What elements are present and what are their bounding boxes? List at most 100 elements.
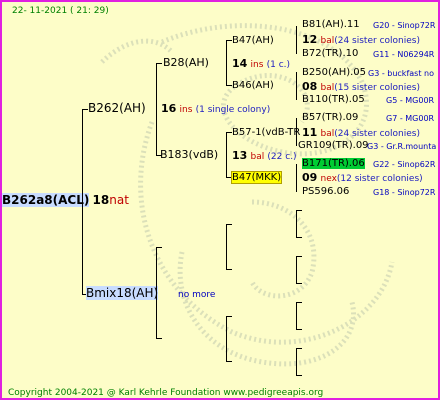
gen3-name-highlighted[interactable]: B47(MKK)	[230, 171, 283, 184]
queen-name[interactable]: B262a8(ACL)	[2, 193, 90, 207]
bracket-line	[156, 63, 157, 156]
gen2-dam-number: 13	[232, 149, 248, 162]
gen2-sire-desc: (1 c.)	[266, 60, 291, 70]
gen4-mating: bal	[320, 36, 335, 46]
bracket-line	[296, 237, 302, 238]
bracket-line	[226, 361, 232, 362]
gen4-entry[interactable]: B250(AH).05	[302, 67, 366, 79]
footer-copyright: Copyright 2004-2021 @ Karl Kehrle Founda…	[8, 388, 324, 398]
gen4-name-highlighted[interactable]: B171(TR).06	[302, 158, 365, 169]
sire-mating: ins	[179, 105, 193, 115]
gen4-entry[interactable]: B81(AH).11	[302, 19, 360, 31]
gen4-info: 12 bal(24 sister colonies)	[302, 34, 420, 47]
gen4-source: G7 - MG00R	[386, 114, 435, 123]
bracket-line	[226, 316, 232, 317]
gen3-name[interactable]: B57-1(vdB-TR	[232, 127, 300, 139]
gen4-number: 08	[302, 80, 318, 93]
gen3-highlight-label[interactable]: B47(MKK)	[230, 171, 283, 184]
bracket-line	[296, 348, 297, 376]
gen4-entry[interactable]: B110(TR).05	[302, 94, 365, 106]
bracket-line	[296, 72, 297, 100]
bracket-line	[226, 224, 227, 270]
bracket-line	[296, 210, 297, 238]
bracket-line	[156, 338, 162, 339]
gen4-source: G5 - MG00R	[386, 96, 435, 105]
gen4-source: G22 - Sinop62R	[373, 160, 436, 169]
bracket-line	[296, 283, 302, 284]
gen4-name[interactable]: B250(AH).05	[302, 67, 366, 78]
gen4-entry[interactable]: B171(TR).06	[302, 158, 365, 170]
bracket-line	[156, 247, 162, 248]
gen2-sire-number: 14	[232, 57, 248, 70]
bracket-line	[226, 40, 227, 86]
gen3-info: 11 bal(24 sister colonies)	[302, 127, 420, 140]
bracket-line	[296, 118, 297, 146]
gen4-info: 08 bal(15 sister colonies)	[302, 81, 420, 94]
gen4-desc: (12 sister colonies)	[336, 174, 423, 184]
gen4-name[interactable]: B81(AH).11	[302, 19, 360, 30]
bracket-line	[296, 210, 302, 211]
bracket-line	[226, 132, 227, 178]
gen2-dam-mating: bal	[250, 152, 265, 162]
gen2-sire-info: 14 ins (1 c.)	[232, 58, 290, 71]
gen4-desc: (15 sister colonies)	[334, 83, 420, 93]
gen2-dam-info: 13 bal (22 c.)	[232, 150, 297, 163]
gen4-source: G3 - Gr.R.mounta	[367, 142, 437, 151]
bracket-line	[296, 256, 297, 284]
gen2-sire-mating: ins	[250, 60, 264, 70]
sire-number: 16	[161, 102, 177, 115]
gen4-mating: bal	[320, 83, 335, 93]
gen3-number: 11	[302, 126, 318, 139]
sire-desc: (1 single colony)	[195, 105, 271, 115]
bracket-line	[156, 247, 157, 339]
bracket-line	[296, 256, 302, 257]
bracket-line	[296, 302, 302, 303]
no-more-label: no more	[178, 290, 216, 300]
queen-entry[interactable]: B262a8(ACL) 18nat	[2, 193, 129, 208]
gen4-desc: (24 sister colonies)	[334, 36, 420, 46]
bracket-line	[226, 224, 232, 225]
bracket-line	[156, 63, 162, 64]
gen4-name[interactable]: B72(TR).10	[302, 48, 358, 59]
dam-entry[interactable]: Bmix18(AH)	[86, 286, 159, 301]
bracket-line	[296, 164, 297, 192]
bracket-line	[296, 302, 297, 330]
sire-info: 16 ins (1 single colony)	[161, 103, 270, 116]
dam-name[interactable]: Bmix18(AH)	[86, 286, 159, 300]
gen4-mating: nex	[320, 174, 337, 184]
gen4-source: G11 - N06294R	[373, 50, 435, 59]
pedigree-chart: 22- 11-2021 ( 21: 29) B262a8(ACL) 18nat …	[0, 0, 440, 400]
bracket-line	[82, 109, 83, 295]
gen3-name[interactable]: B46(AH)	[232, 80, 274, 92]
bracket-line	[226, 316, 227, 362]
sire-entry[interactable]: B262(AH)	[88, 102, 146, 116]
bracket-line	[296, 26, 297, 54]
gen4-info: 09 nex(12 sister colonies)	[302, 172, 423, 185]
gen4-source: G20 - Sinop72R	[373, 21, 436, 30]
gen4-entry[interactable]: B57(TR).09	[302, 112, 358, 124]
bracket-line	[296, 329, 302, 330]
gen4-entry[interactable]: GR109(TR).09	[298, 140, 369, 152]
gen4-source: G18 - Sinop72R	[373, 188, 436, 197]
gen4-name[interactable]: B110(TR).05	[302, 94, 365, 105]
gen4-name[interactable]: B57(TR).09	[302, 112, 358, 123]
gen2-dam-desc: (22 c.)	[267, 152, 297, 162]
sire-name[interactable]: B262(AH)	[88, 101, 146, 115]
gen4-number: 09	[302, 171, 318, 184]
queen-mating: nat	[109, 193, 129, 207]
timestamp: 22- 11-2021 ( 21: 29)	[12, 6, 109, 16]
gen2-sire-name[interactable]: B28(AH)	[163, 57, 209, 69]
bracket-line	[296, 348, 302, 349]
gen4-name[interactable]: GR109(TR).09	[298, 140, 369, 151]
gen3-mating: bal	[320, 129, 335, 139]
bracket-line	[226, 269, 232, 270]
gen2-dam-name[interactable]: B183(vdB)	[160, 149, 218, 161]
gen3-name[interactable]: B47(AH)	[232, 35, 274, 47]
gen4-entry[interactable]: PS596.06	[302, 186, 349, 198]
gen3-desc: (24 sister colonies)	[334, 129, 420, 139]
queen-number: 18	[92, 193, 110, 207]
gen4-number: 12	[302, 33, 318, 46]
gen4-name[interactable]: PS596.06	[302, 186, 349, 197]
gen4-entry[interactable]: B72(TR).10	[302, 48, 358, 60]
bracket-line	[296, 375, 302, 376]
